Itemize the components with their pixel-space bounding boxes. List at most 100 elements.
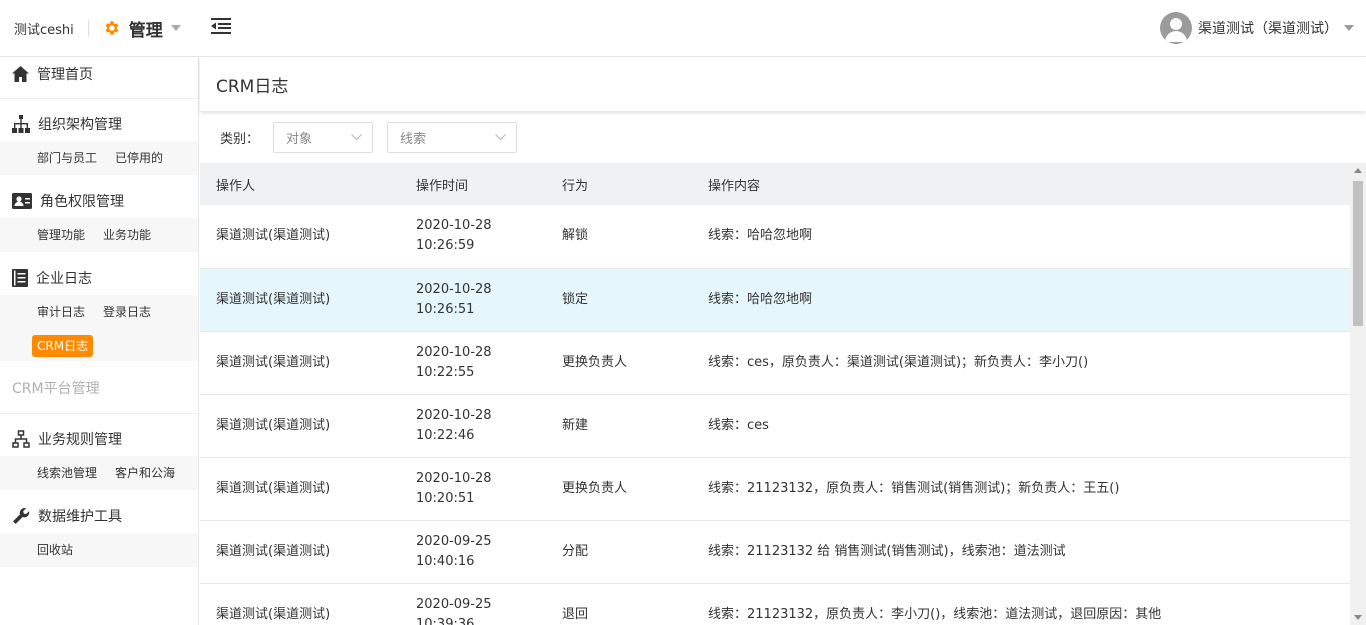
sidebar-group-rules[interactable]: 业务规则管理: [0, 422, 198, 456]
action-cell: 退回: [546, 583, 692, 625]
scroll-down-icon[interactable]: [1354, 615, 1362, 620]
table-row[interactable]: 渠道测试(渠道测试) 2020-10-28 10:22:46 新建 线索：ces: [200, 394, 1350, 458]
table-scrollbar[interactable]: [1350, 163, 1366, 625]
table-header-row: 操作人 操作时间 行为 操作内容: [200, 163, 1350, 205]
sidebar-group-crm-platform[interactable]: CRM平台管理: [0, 371, 198, 405]
collapse-menu-icon[interactable]: [210, 17, 231, 39]
date-text: 2020-10-28: [416, 470, 492, 486]
sidebar-item-label: 管理首页: [37, 66, 93, 83]
sidebar-item-crm-log[interactable]: CRM日志: [32, 335, 94, 357]
content-cell: 线索：哈哈忽地啊: [692, 268, 1350, 332]
column-header-time: 操作时间: [416, 178, 469, 194]
object-select[interactable]: 对象: [273, 121, 374, 153]
time-text: 10:26:59: [416, 238, 475, 254]
sidebar-item-login-log[interactable]: 登录日志: [103, 299, 151, 325]
time-text: 10:22:46: [416, 427, 475, 443]
table-row[interactable]: 渠道测试(渠道测试) 2020-10-28 10:22:55 更换负责人 线索：c…: [200, 331, 1350, 395]
time-text: 10:39:36: [416, 616, 475, 625]
action-cell: 分配: [546, 520, 692, 584]
user-name: 渠道测试（渠道测试）: [1198, 21, 1338, 37]
column-header-action: 行为: [562, 178, 589, 194]
gear-icon: [103, 19, 121, 37]
hierarchy-icon: [12, 430, 30, 448]
date-text: 2020-10-28: [416, 407, 492, 423]
operator-cell: 渠道测试(渠道测试): [200, 205, 400, 269]
org-submenu: 部门与员工 已停用的: [0, 141, 198, 175]
content-cell: 线索：ces: [692, 394, 1350, 458]
operator-cell: 渠道测试(渠道测试): [200, 457, 400, 521]
sidebar-item-customer-sea[interactable]: 客户和公海: [115, 460, 175, 486]
table-row[interactable]: 渠道测试(渠道测试) 2020-10-28 10:26:51 锁定 线索：哈哈忽地…: [200, 268, 1350, 332]
rules-submenu: 线索池管理 客户和公海: [0, 456, 198, 490]
scroll-up-icon[interactable]: [1354, 168, 1362, 173]
sidebar-item-home[interactable]: 管理首页: [0, 57, 198, 90]
time-cell: 2020-09-25 10:40:16: [400, 520, 546, 584]
table-row[interactable]: 渠道测试(渠道测试) 2020-10-28 10:26:59 解锁 线索：哈哈忽地…: [200, 205, 1350, 269]
content-cell: 线索：21123132 给 销售测试(销售测试)，线索池：道法测试: [692, 520, 1350, 584]
operator-cell: 渠道测试(渠道测试): [200, 520, 400, 584]
content-cell: 线索：ces，原负责人：渠道测试(渠道测试)；新负责人：李小刀(): [692, 331, 1350, 395]
manage-label: 管理: [128, 20, 163, 41]
avatar: [1160, 12, 1192, 44]
chevron-down-icon: [1344, 25, 1354, 31]
sidebar-item-disabled[interactable]: 已停用的: [115, 145, 163, 171]
scroll-thumb[interactable]: [1353, 181, 1363, 326]
top-bar: 测试ceshi 管理 渠道测试（渠道测试）: [0, 0, 1366, 57]
company-name[interactable]: 测试ceshi: [14, 19, 74, 38]
sidebar-group-label: 角色权限管理: [40, 194, 124, 210]
action-cell: 更换负责人: [546, 331, 692, 395]
id-card-icon: [12, 193, 32, 209]
sidebar-item-lead-pool[interactable]: 线索池管理: [37, 460, 97, 486]
action-cell: 锁定: [546, 268, 692, 332]
date-text: 2020-10-28: [416, 218, 492, 234]
operator-cell: 渠道测试(渠道测试): [200, 583, 400, 625]
sidebar-group-log[interactable]: 企业日志: [0, 261, 198, 295]
sidebar-group-label: 数据维护工具: [38, 509, 122, 525]
date-text: 2020-09-25: [416, 533, 492, 549]
time-cell: 2020-10-28 10:26:59: [400, 205, 546, 269]
divider: [0, 98, 198, 99]
table-row[interactable]: 渠道测试(渠道测试) 2020-09-25 10:39:36 退回 线索：2112…: [200, 583, 1350, 625]
table-row[interactable]: 渠道测试(渠道测试) 2020-10-28 10:20:51 更换负责人 线索：2…: [200, 457, 1350, 521]
sidebar-item-audit-log[interactable]: 审计日志: [37, 299, 85, 325]
wrench-icon: [12, 507, 30, 525]
operator-cell: 渠道测试(渠道测试): [200, 331, 400, 395]
sidebar-item-recycle-bin[interactable]: 回收站: [37, 537, 73, 563]
time-text: 10:22:55: [416, 364, 475, 380]
tools-submenu: 回收站: [0, 533, 198, 567]
lead-select-value: 线索: [400, 131, 427, 147]
time-cell: 2020-10-28 10:26:51: [400, 268, 546, 332]
lead-select[interactable]: 线索: [387, 121, 518, 153]
operator-cell: 渠道测试(渠道测试): [200, 394, 400, 458]
date-text: 2020-09-25: [416, 596, 492, 612]
sidebar-item-departments[interactable]: 部门与员工: [37, 145, 97, 171]
object-select-value: 对象: [286, 131, 313, 147]
sidebar-item-admin-functions[interactable]: 管理功能: [37, 222, 85, 248]
time-text: 10:40:16: [416, 553, 475, 569]
chevron-down-icon: [170, 25, 181, 31]
sidebar-group-label: 组织架构管理: [38, 117, 122, 133]
org-chart-icon: [12, 115, 30, 133]
sidebar-group-tools[interactable]: 数据维护工具: [0, 499, 198, 533]
home-icon: [12, 65, 29, 82]
sidebar-group-label: CRM平台管理: [12, 381, 100, 397]
action-cell: 解锁: [546, 205, 692, 269]
brand-divider: [87, 20, 89, 36]
sidebar-group-label: 业务规则管理: [38, 432, 122, 448]
divider: [0, 413, 198, 414]
time-text: 10:26:51: [416, 301, 475, 317]
chevron-down-icon: [495, 130, 506, 145]
action-cell: 新建: [546, 394, 692, 458]
sidebar-group-org[interactable]: 组织架构管理: [0, 107, 198, 141]
table-row[interactable]: 渠道测试(渠道测试) 2020-09-25 10:40:16 分配 线索：2112…: [200, 520, 1350, 584]
user-menu[interactable]: 渠道测试（渠道测试）: [1160, 12, 1354, 44]
manage-menu[interactable]: 管理: [103, 16, 181, 41]
role-submenu: 管理功能 业务功能: [0, 218, 198, 252]
chevron-down-icon: [351, 130, 362, 145]
sidebar-group-role[interactable]: 角色权限管理: [0, 184, 198, 218]
content-cell: 线索：21123132，原负责人：销售测试(销售测试)；新负责人：王五(): [692, 457, 1350, 521]
filter-bar: 类别： 对象 线索: [200, 111, 1366, 163]
sidebar-item-business-functions[interactable]: 业务功能: [103, 222, 151, 248]
time-cell: 2020-10-28 10:22:46: [400, 394, 546, 458]
date-text: 2020-10-28: [416, 281, 492, 297]
